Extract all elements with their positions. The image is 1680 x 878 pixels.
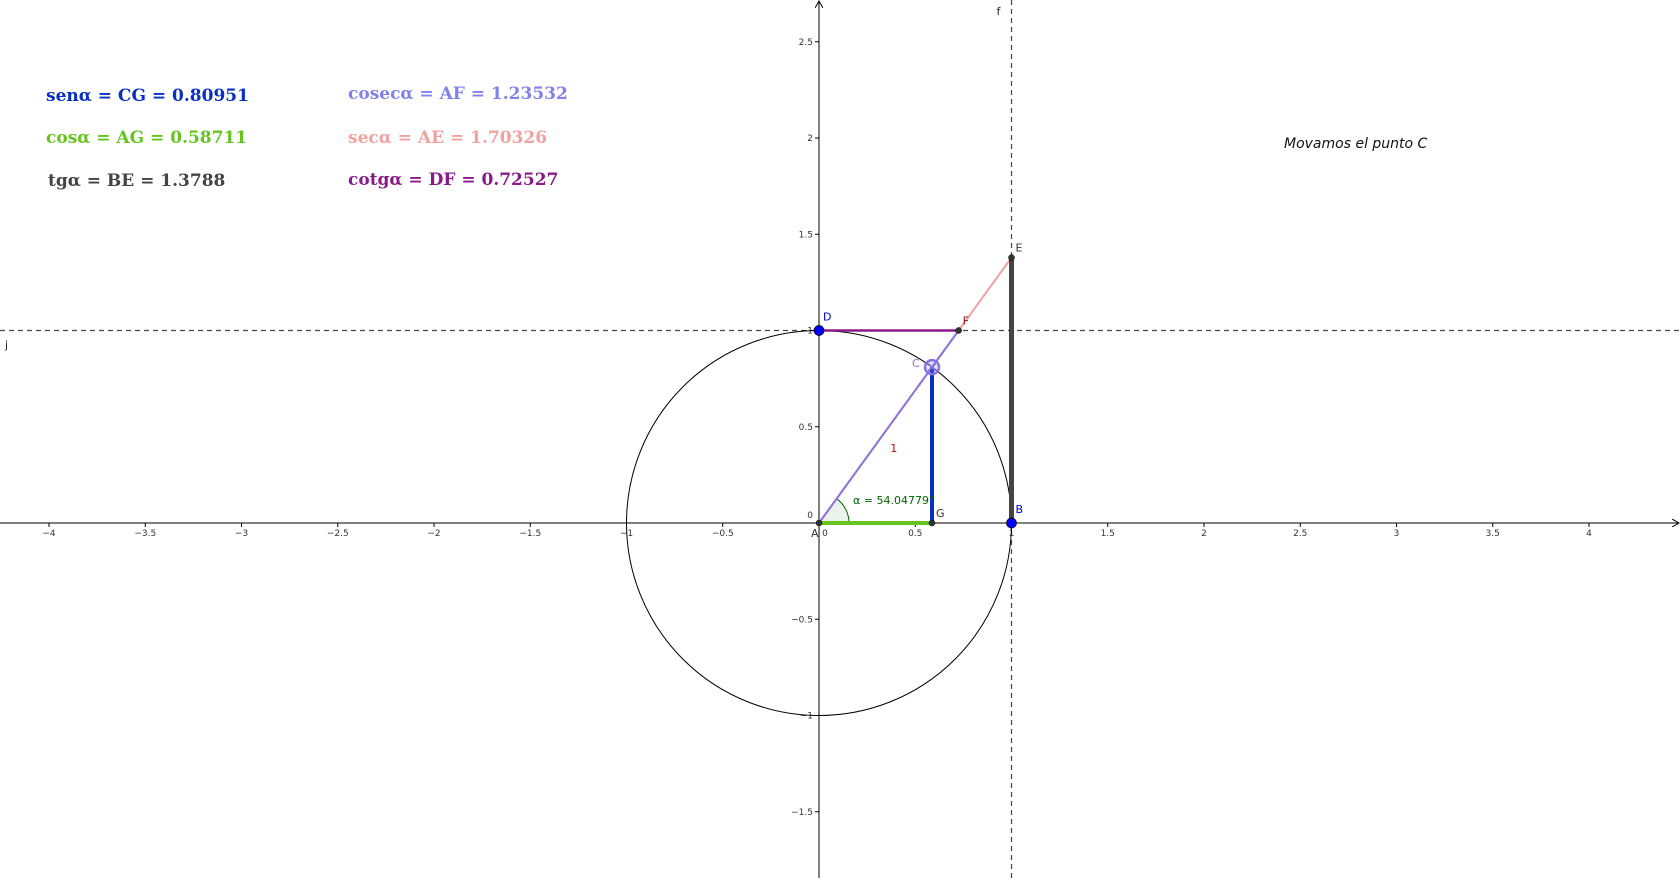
point-B[interactable]	[1006, 517, 1017, 529]
y-tick-label: 1.5	[799, 230, 813, 240]
y-tick-label: −1.5	[791, 808, 813, 818]
cosine-formula: cosα = AG = 0.58711	[46, 128, 248, 148]
y-tick-label: 2.5	[799, 38, 813, 48]
x-tick-label: −2.5	[327, 529, 349, 539]
x-tick-label: 3.5	[1486, 529, 1500, 539]
x-tick-label: 0	[822, 529, 828, 539]
angle-label: α = 54.04779°	[853, 494, 934, 507]
construction-lines	[0, 0, 1680, 878]
x-tick-label: 2	[1201, 529, 1207, 539]
sine-formula: senα = CG = 0.80951	[46, 86, 249, 106]
point-A-label: A	[811, 527, 819, 540]
x-tick-label: −4	[42, 529, 56, 539]
point-B-label: B	[1016, 503, 1024, 516]
x-tick-label: −0.5	[712, 529, 734, 539]
cotangent-formula: cotgα = DF = 0.72527	[348, 170, 559, 190]
x-tick-label: −2	[427, 529, 440, 539]
y-tick-label: −0.5	[791, 615, 813, 625]
y-tick-label: 0.5	[799, 423, 813, 433]
origin-tick-label: 0	[807, 511, 813, 521]
x-tick-label: 0.5	[908, 529, 922, 539]
x-tick-label: −3.5	[134, 529, 156, 539]
line-f-label: f	[997, 5, 1002, 18]
x-tick-label: 3	[1394, 529, 1400, 539]
hint-text: Movamos el punto C	[1284, 136, 1428, 152]
x-tick-label: 2.5	[1293, 529, 1307, 539]
x-tick-label: 4	[1586, 529, 1592, 539]
cosecant-formula: cosecα = AF = 1.23532	[348, 84, 568, 104]
point-F-label: F	[963, 315, 969, 328]
x-tick-label: −3	[235, 529, 248, 539]
coordinate-axes: −4 −3.5 −3 −2.5 −2 −1.5 −1 −0.5 0 0.5 1 1.5 2 2.5 3 3.5…	[0, 2, 1678, 878]
x-tick-label: 1.5	[1101, 529, 1115, 539]
y-tick-label: −1	[800, 712, 813, 722]
tangent-formula: tgα = BE = 1.3788	[48, 171, 226, 191]
point-G-label: G	[936, 507, 945, 520]
y-tick-label: 1	[807, 327, 813, 337]
point-G[interactable]	[928, 519, 936, 527]
x-tick-label: −1.5	[519, 529, 541, 539]
secant-formula: secα = AE = 1.70326	[348, 128, 548, 148]
point-C-label: C	[912, 357, 920, 370]
point-A[interactable]	[815, 519, 823, 527]
geometry-canvas[interactable]: −4 −3.5 −3 −2.5 −2 −1.5 −1 −0.5 0 0.5 1 1.5 2 2.5 3 3.5…	[0, 0, 1680, 878]
point-D[interactable]	[813, 325, 825, 336]
point-D-label: D	[823, 311, 831, 324]
y-tick-label: 2	[807, 134, 813, 144]
point-E[interactable]	[1008, 254, 1015, 261]
radius-label: 1	[890, 442, 897, 455]
point-E-label: E	[1016, 242, 1023, 255]
point-F[interactable]	[955, 327, 962, 334]
line-j-label: j	[4, 339, 8, 352]
